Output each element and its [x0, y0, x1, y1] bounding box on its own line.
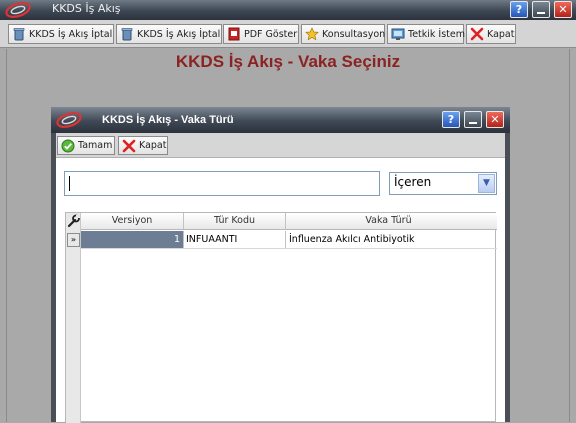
- dialog-toolbar: Tamam Kapat: [56, 133, 505, 158]
- iptal-button-1-label: KKDS İş Akış İptal: [29, 28, 113, 40]
- help-button[interactable]: ?: [510, 1, 528, 18]
- column-header-vaka-turu[interactable]: Vaka Türü: [286, 213, 491, 229]
- recycle-bin-icon: [11, 27, 26, 42]
- minimize-button[interactable]: [532, 1, 550, 18]
- grid-header: Versiyon Tür Kodu Vaka Türü: [81, 213, 497, 230]
- iptal-button-2[interactable]: KKDS İş Akış İptal: [116, 24, 222, 44]
- filter-select-value: İçeren: [394, 175, 432, 189]
- cell-tur-kodu[interactable]: INFUAANTI: [184, 231, 286, 248]
- tamam-button[interactable]: Tamam: [57, 136, 115, 155]
- kapat-button[interactable]: Kapat: [466, 24, 516, 44]
- dialog-kapat-label: Kapat: [139, 140, 167, 151]
- monitor-icon: [390, 27, 405, 42]
- kapat-label: Kapat: [487, 28, 515, 40]
- tetkik-istem-button[interactable]: Tetkik İstem: [387, 24, 465, 44]
- column-header-tur-kodu[interactable]: Tür Kodu: [184, 213, 286, 229]
- search-input[interactable]: [64, 171, 380, 196]
- main-titlebar: KKDS İş Akış ? ✕: [0, 0, 576, 20]
- app-title: KKDS İş Akış: [52, 2, 121, 15]
- dialog-titlebar[interactable]: KKDS İş Akış - Vaka Türü ? ✕: [51, 107, 510, 133]
- dialog-minimize-button[interactable]: [464, 111, 482, 128]
- wrench-icon[interactable]: [67, 214, 80, 228]
- pdf-goster-button[interactable]: PDF Göster: [223, 24, 299, 44]
- tamam-label: Tamam: [78, 140, 113, 151]
- close-x-icon: [121, 138, 136, 153]
- recycle-bin-icon: [119, 27, 134, 42]
- dialog-help-button[interactable]: ?: [442, 111, 460, 128]
- app-logo-icon: [4, 1, 32, 19]
- tetkik-istem-label: Tetkik İstem: [408, 28, 465, 40]
- dialog-close-button[interactable]: ✕: [486, 111, 504, 128]
- chevron-down-icon[interactable]: ▼: [478, 174, 495, 193]
- iptal-button-1[interactable]: KKDS İş Akış İptal: [8, 24, 114, 44]
- search-area: İçeren ▼ Versiyon Tür Kodu Vaka Türü » 1…: [56, 158, 505, 423]
- close-button[interactable]: ✕: [554, 1, 572, 18]
- page-title: KKDS İş Akış - Vaka Seçiniz: [175, 52, 401, 71]
- table-row[interactable]: 1 INFUAANTI İnfluenza Akılcı Antibiyotik: [81, 231, 497, 249]
- dialog-logo-icon: [55, 111, 83, 129]
- check-icon: [60, 138, 75, 153]
- konsultasyon-label: Konsultasyon: [322, 28, 386, 40]
- pdf-icon: [226, 27, 241, 42]
- iptal-button-2-label: KKDS İş Akış İptal: [137, 28, 221, 40]
- cell-vaka-turu[interactable]: İnfluenza Akılcı Antibiyotik: [286, 231, 491, 248]
- main-toolbar: KKDS İş Akış İptal KKDS İş Akış İptal PD…: [0, 20, 576, 48]
- current-row-marker-icon: »: [67, 233, 80, 247]
- filter-select[interactable]: İçeren ▼: [389, 172, 497, 195]
- cell-versiyon[interactable]: 1: [81, 231, 184, 248]
- dialog-kapat-button[interactable]: Kapat: [118, 136, 168, 155]
- column-header-versiyon[interactable]: Versiyon: [81, 213, 184, 229]
- vaka-turu-grid: Versiyon Tür Kodu Vaka Türü » 1 INFUAANT…: [65, 212, 497, 423]
- konsultasyon-button[interactable]: Konsultasyon: [301, 24, 385, 44]
- close-x-icon: [469, 27, 484, 42]
- pdf-goster-label: PDF Göster: [244, 28, 298, 40]
- vaka-turu-dialog: KKDS İş Akış - Vaka Türü ? ✕ Tamam Kapat: [51, 107, 510, 423]
- star-icon: [304, 27, 319, 42]
- dialog-body: Tamam Kapat İçeren ▼ Versiyon Tür Kodu V…: [56, 133, 505, 423]
- dialog-title: KKDS İş Akış - Vaka Türü: [102, 114, 234, 126]
